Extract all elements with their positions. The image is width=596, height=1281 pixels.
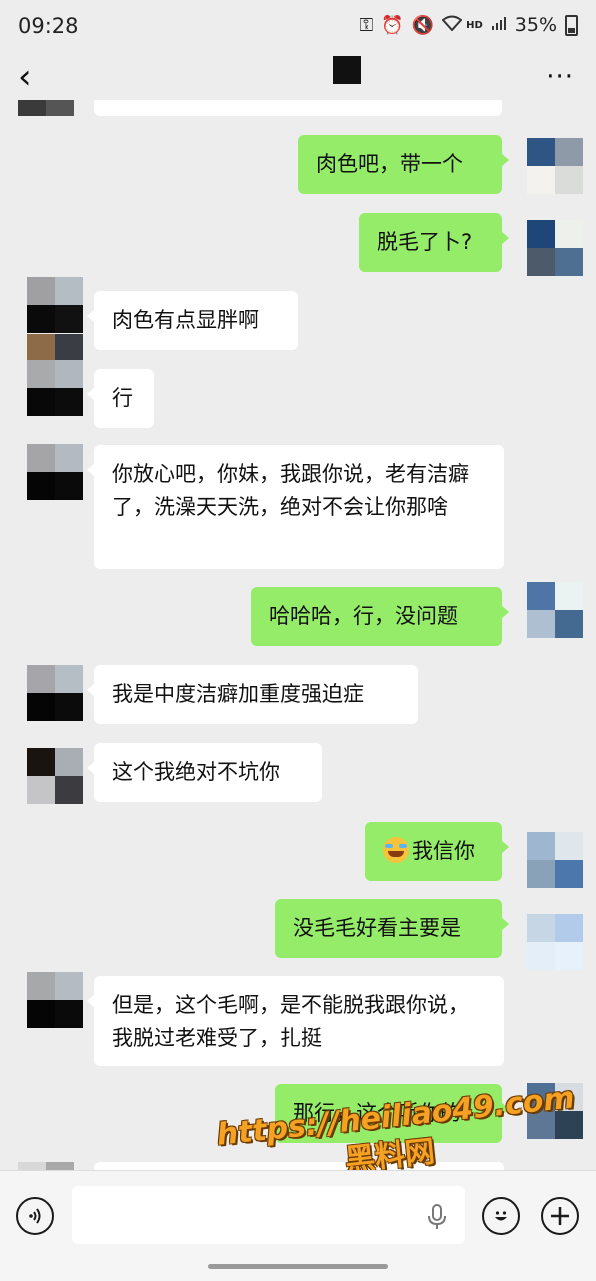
avatar-contact[interactable] xyxy=(27,972,83,1028)
microphone-icon[interactable] xyxy=(424,1203,450,1231)
chat-title-redacted xyxy=(333,56,361,84)
message-bubble[interactable]: 肉色有点显胖啊 xyxy=(87,291,298,350)
message-bubble[interactable]: 那行，这个听你的 xyxy=(275,1084,509,1143)
emoji-button[interactable] xyxy=(482,1197,520,1235)
voice-icon xyxy=(29,1208,41,1224)
back-button[interactable]: ‹ xyxy=(18,60,32,94)
voice-mode-button[interactable] xyxy=(16,1197,54,1235)
status-bar: 09:28 ⚿ ⏰ 🔇 HD 35% xyxy=(0,0,596,54)
message-bubble[interactable]: 但是，这个毛啊，是不能脱我跟你说，我脱过老难受了，扎挺 xyxy=(87,976,504,1066)
wifi-icon xyxy=(441,15,463,36)
message-bubble[interactable]: 哈哈哈，行，没问题 xyxy=(251,587,509,646)
message-bubble-partial[interactable] xyxy=(94,100,502,116)
avatar-self[interactable] xyxy=(527,220,583,276)
avatar-contact[interactable] xyxy=(18,1162,74,1170)
message-input[interactable] xyxy=(72,1186,465,1244)
avatar-self[interactable] xyxy=(527,942,583,970)
home-indicator[interactable] xyxy=(208,1264,388,1269)
avatar-contact[interactable] xyxy=(27,360,83,416)
message-text: 我信你 xyxy=(412,839,475,863)
message-bubble-partial[interactable] xyxy=(94,1162,504,1170)
more-actions-button[interactable] xyxy=(541,1197,579,1235)
message-bubble[interactable]: 我是中度洁癖加重度强迫症 xyxy=(87,665,418,724)
key-icon: ⚿ xyxy=(359,14,374,36)
clock: 09:28 xyxy=(18,14,79,38)
more-button[interactable]: ··· xyxy=(546,62,574,92)
laugh-cry-emoji-icon xyxy=(383,837,409,863)
avatar-contact[interactable] xyxy=(27,748,83,804)
avatar-contact[interactable] xyxy=(27,665,83,721)
avatar-self[interactable] xyxy=(527,138,583,194)
alarm-icon: ⏰ xyxy=(381,14,404,36)
avatar-self[interactable] xyxy=(527,832,583,888)
message-bubble[interactable]: 脱毛了卜? xyxy=(359,213,509,272)
network-type: HD xyxy=(466,19,483,31)
battery-icon xyxy=(565,14,578,36)
avatar-self[interactable] xyxy=(527,1083,583,1139)
avatar-contact[interactable] xyxy=(27,444,83,500)
status-icons: ⚿ ⏰ 🔇 HD 35% xyxy=(360,14,578,36)
message-bubble[interactable]: 这个我绝对不坑你 xyxy=(87,743,322,802)
message-bubble[interactable]: 肉色吧，带一个 xyxy=(298,135,509,194)
plus-icon xyxy=(551,1207,569,1225)
chat-header: ‹ ··· xyxy=(0,54,596,104)
smiley-icon xyxy=(495,1211,507,1221)
avatar[interactable] xyxy=(18,100,74,116)
battery-percent: 35% xyxy=(514,14,557,36)
message-list[interactable]: 肉色吧，带一个 脱毛了卜? 肉色有点显胖啊 行 你放心吧，你妹，我跟你说，老有洁… xyxy=(0,100,596,1170)
avatar-contact[interactable] xyxy=(27,277,83,333)
message-bubble[interactable]: 没毛毛好看主要是 xyxy=(275,899,509,958)
message-bubble[interactable]: 我信你 xyxy=(365,822,509,881)
signal-icon xyxy=(491,15,507,36)
message-bubble[interactable]: 你放心吧，你妹，我跟你说，老有洁癖了，洗澡天天洗，绝对不会让你那啥 xyxy=(87,445,504,569)
avatar-self[interactable] xyxy=(527,582,583,638)
message-bubble[interactable]: 行 xyxy=(87,369,154,428)
mute-icon: 🔇 xyxy=(411,14,435,36)
